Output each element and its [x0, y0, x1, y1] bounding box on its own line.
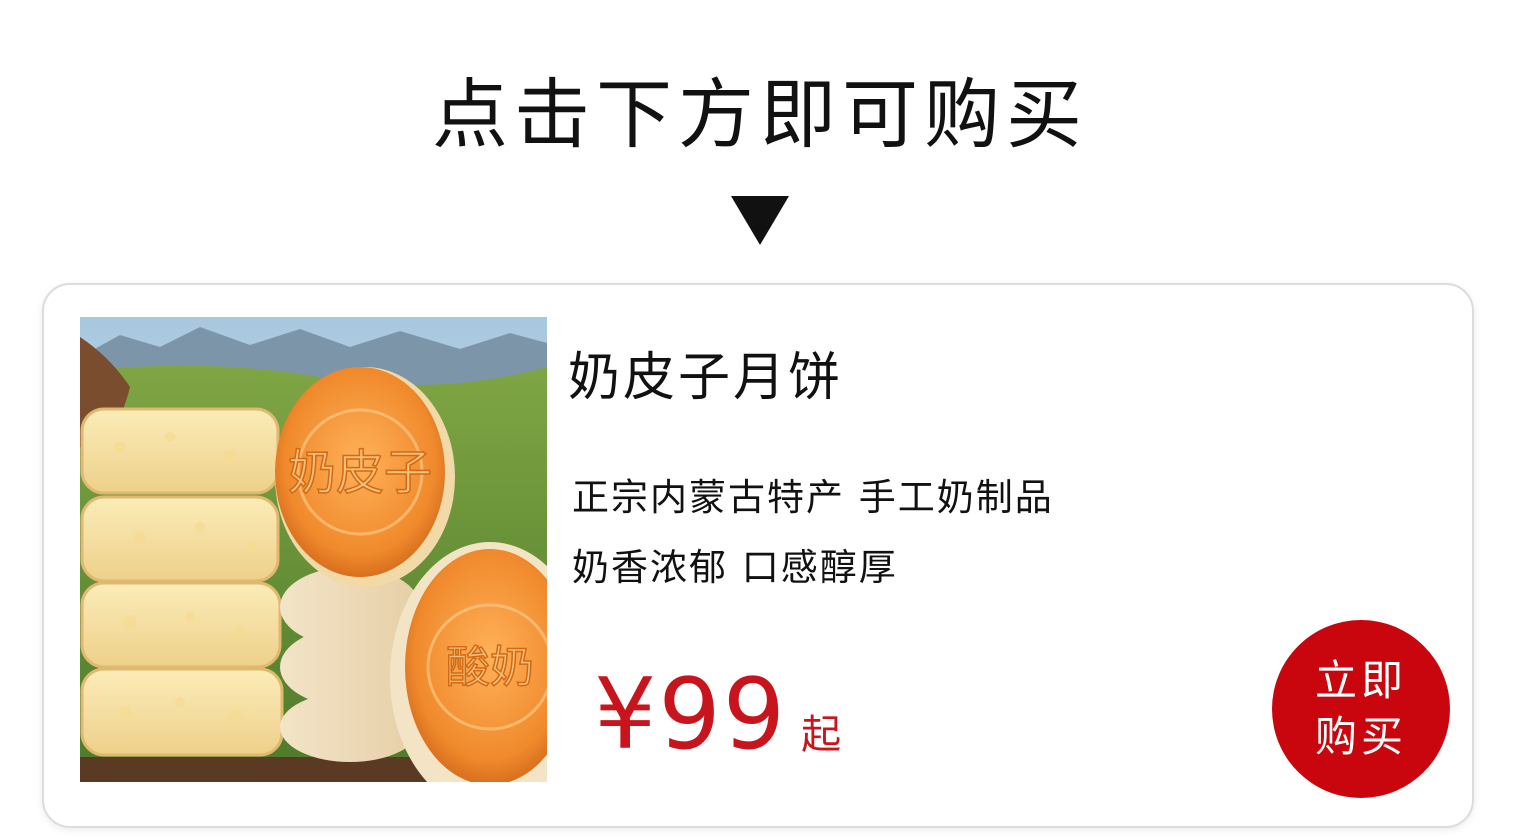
mooncake-top: 奶皮子 — [275, 367, 455, 587]
mooncake-stamp-text-2: 酸奶 — [446, 642, 534, 693]
mooncake-stamp-text: 奶皮子 — [288, 445, 432, 501]
price-value: ¥99 — [594, 658, 788, 772]
product-description-line: 奶香浓郁 口感醇厚 — [572, 546, 898, 589]
price-suffix: 起 — [801, 712, 842, 758]
page-title: 点击下方即可购买 — [432, 70, 1088, 159]
price: ¥99 起 — [594, 660, 841, 770]
cake-slice-stack — [80, 407, 284, 757]
buy-button-label-line2: 购买 — [1314, 712, 1407, 761]
buy-now-button[interactable]: 立即 购买 — [1272, 620, 1450, 798]
product-image[interactable]: 奶皮子 酸奶 — [80, 317, 547, 782]
buy-button-label-line1: 立即 — [1314, 656, 1407, 705]
down-triangle-icon — [731, 196, 789, 245]
product-name[interactable]: 奶皮子月饼 — [568, 343, 843, 413]
product-card[interactable]: 奶皮子 酸奶 奶皮子月饼 正宗内蒙古特产 手工奶制品 奶香浓郁 口感醇厚 ¥99… — [42, 283, 1474, 828]
product-description-line: 正宗内蒙古特产 手工奶制品 — [572, 476, 1054, 519]
